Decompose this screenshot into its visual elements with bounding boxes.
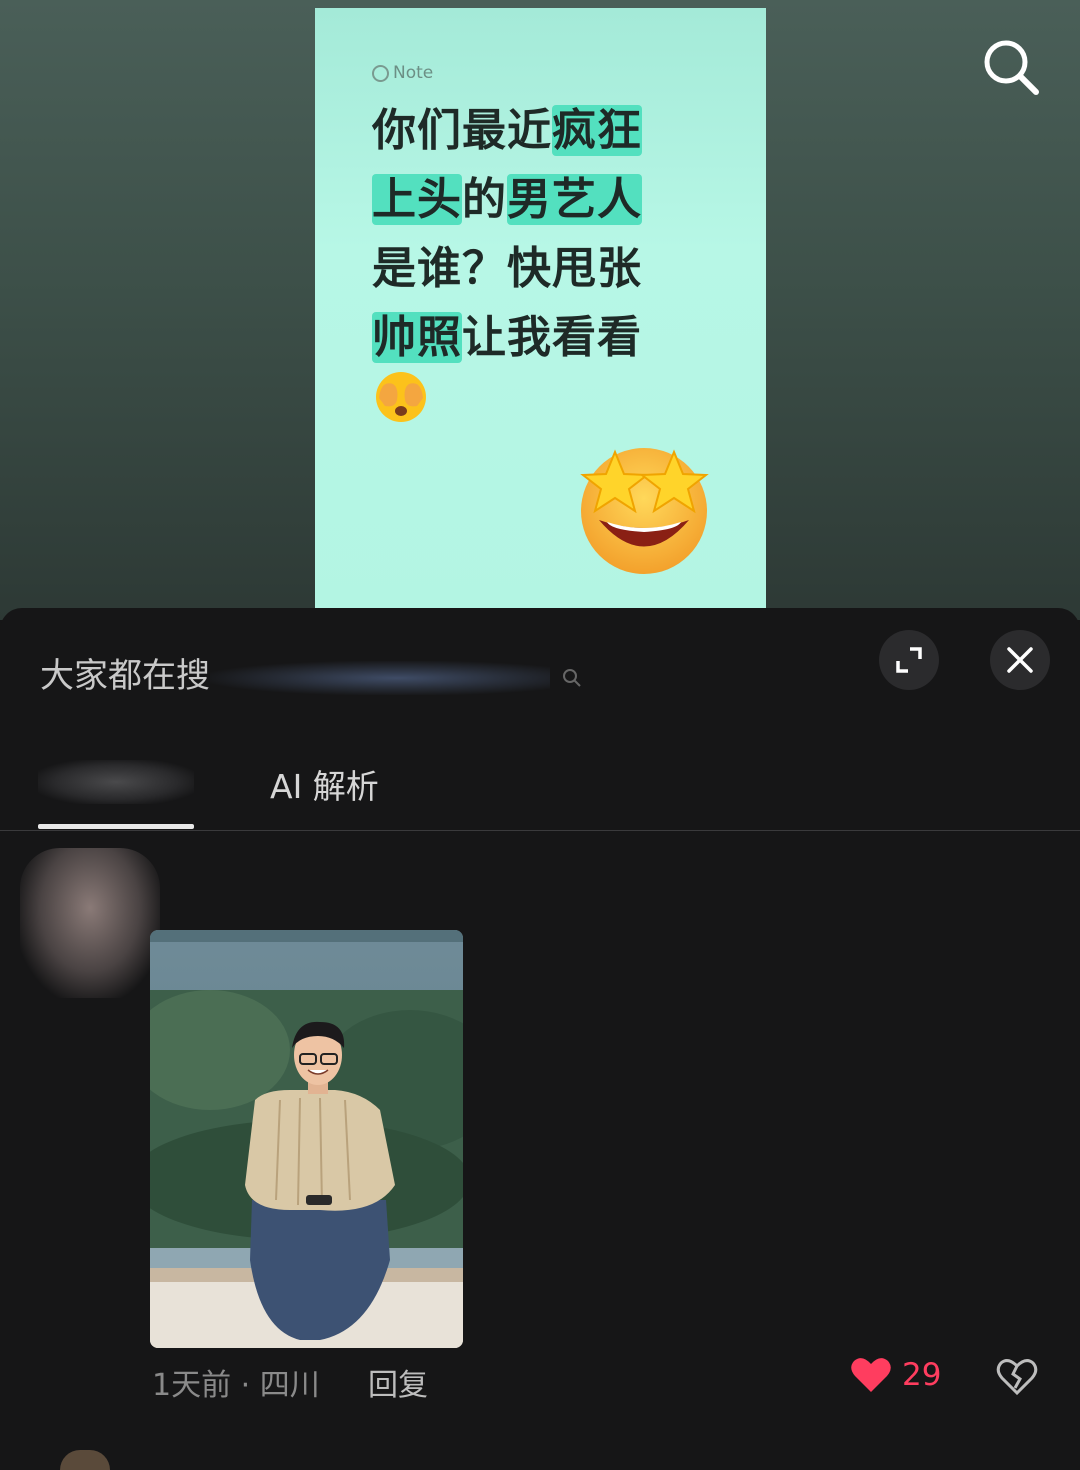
search-button[interactable]: [978, 34, 1044, 100]
small-search-icon: [562, 668, 581, 687]
tab-bar: AI 解析: [0, 738, 1080, 831]
note-line: 是谁？快甩张: [372, 234, 672, 303]
note-highlight-text: 疯狂: [552, 105, 642, 156]
next-comment-avatar[interactable]: [60, 1450, 110, 1470]
note-highlight-text: 上头: [372, 174, 462, 225]
reply-button[interactable]: 回复: [368, 1360, 428, 1404]
tab-comments[interactable]: [38, 760, 194, 804]
search-suggestion[interactable]: 大家都在搜: [40, 648, 583, 697]
close-icon: [1007, 647, 1033, 673]
star-eyes-emoji: [580, 448, 709, 574]
blurred-text: [210, 660, 550, 695]
comment-image[interactable]: [150, 930, 463, 1348]
note-text: 的: [462, 174, 507, 225]
note-highlight-text: 男艺人: [507, 174, 642, 225]
note-line: 帅照让我看看: [372, 303, 672, 372]
avatar[interactable]: [20, 848, 160, 998]
note-highlight-text: 帅照: [372, 312, 462, 363]
broken-heart-icon: [996, 1359, 1038, 1396]
like-count: 29: [902, 1357, 942, 1393]
note-text: 你们最近: [372, 105, 552, 156]
like-button[interactable]: 29: [850, 1356, 941, 1394]
tab-active-indicator: [38, 824, 194, 829]
note-text: 是谁？快甩张: [372, 243, 642, 294]
note-circle-icon: [372, 64, 389, 82]
comment-panel: 大家都在搜 AI 解析 1天前 · 四川 回复 29: [0, 608, 1080, 1470]
note-line: 你们最近疯狂: [372, 96, 672, 165]
note-line: 上头的男艺人: [372, 165, 672, 234]
expand-button[interactable]: [879, 630, 939, 690]
comment-meta: 1天前 · 四川: [152, 1368, 320, 1403]
tab-ai-analysis[interactable]: AI 解析: [270, 760, 379, 808]
expand-icon: [896, 647, 922, 673]
dislike-button[interactable]: [996, 1358, 1038, 1400]
note-text: 让我看看: [462, 312, 642, 363]
heart-icon: [851, 1358, 891, 1392]
note-tag-label: Note: [393, 63, 434, 83]
close-button[interactable]: [990, 630, 1050, 690]
note-card: Note 你们最近疯狂 上头的男艺人 是谁？快甩张 帅照让我看看: [315, 8, 766, 610]
search-suggestion-prefix: 大家都在搜: [40, 656, 210, 696]
comment-photo: [150, 930, 463, 1348]
note-title: 你们最近疯狂 上头的男艺人 是谁？快甩张 帅照让我看看: [372, 96, 672, 372]
search-icon: [984, 40, 1039, 95]
note-tag: Note: [372, 63, 433, 83]
peek-emoji: [376, 372, 426, 422]
